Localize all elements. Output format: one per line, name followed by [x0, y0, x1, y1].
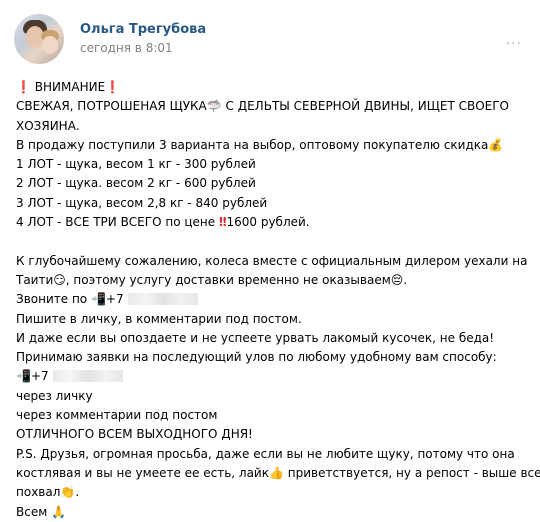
more-icon[interactable]: ··· [506, 36, 522, 52]
thumbs-up-icon: 👍 [268, 465, 284, 480]
text-line: похвал👏. [16, 483, 532, 502]
avatar-face-child [42, 36, 58, 54]
redacted-phone [52, 370, 123, 383]
text-fragment: 1600 рублей. [226, 215, 310, 230]
money-bag-icon: 💰 [488, 137, 504, 152]
text-line: И даже если вы опоздаете и не успеете ур… [16, 330, 495, 345]
text-fragment: СВЕЖАЯ, ПОТРОШЕНАЯ ЩУКА [16, 99, 207, 114]
text-line: костлявая и вы не умеете ее есть, лайк👍 … [16, 464, 540, 483]
text-fragment: Таити [16, 272, 54, 287]
text-line: ❗ ВНИМАНИЕ❗ [16, 78, 532, 97]
text-fragment: похвал [16, 485, 61, 500]
text-fragment: костлявая и вы не умеете ее есть, лайк [16, 465, 269, 480]
text-fragment: . [75, 485, 80, 500]
text-fragment: С ДЕЛЬТЫ СЕВЕРНОЙ ДВИНЫ, ИЩЕТ СВОЕГО [225, 99, 509, 114]
text-line: P.S. Друзья, огромная просьба, даже если… [16, 446, 515, 461]
text-fragment: приветствуется, ну а репост - выше всех [287, 465, 540, 480]
exclamation-icon: ❗ [105, 80, 121, 94]
text-fragment: В продажу поступили 3 варианта на выбор,… [16, 137, 489, 152]
exclamation-icon: ❗ [16, 80, 31, 94]
author-name[interactable]: Ольга Трегубова [80, 22, 206, 37]
text-line: через личку [16, 388, 93, 403]
text-line: 1 ЛОТ - щука, весом 1 кг - 300 рублей [16, 157, 256, 172]
text-fragment: , поэтому услугу доставки временно не ок… [65, 272, 391, 287]
text-line: Таити😏, поэтому услугу доставки временно… [16, 271, 532, 290]
text-line: СВЕЖАЯ, ПОТРОШЕНАЯ ЩУКА🦈 С ДЕЛЬТЫ СЕВЕРН… [16, 97, 532, 116]
text-line: К глубочайшему сожалению, колеса вместе … [16, 253, 528, 268]
text-line: ОТЛИЧНОГО ВСЕМ ВЫХОДНОГО ДНЯ! [16, 427, 253, 442]
text-line: Всем 🙏 [16, 503, 532, 522]
post-time[interactable]: сегодня в 8:01 [80, 41, 173, 55]
avatar[interactable] [14, 14, 64, 64]
text-line: Пишите в личку, в комментарии под постом… [16, 311, 302, 326]
smirk-icon: 😏 [53, 272, 66, 287]
post-text: ❗ ВНИМАНИЕ❗ СВЕЖАЯ, ПОТРОШЕНАЯ ЩУКА🦈 С Д… [16, 78, 540, 522]
text-line: 4 ЛОТ - ВСЕ ТРИ ВСЕГО по цене ‼1600 рубл… [16, 213, 532, 232]
text-line: Звоните по 📲+7 [16, 290, 532, 309]
shark-icon: 🦈 [206, 99, 222, 114]
text-fragment: 4 ЛОТ - ВСЕ ТРИ ВСЕГО по цене [16, 215, 216, 230]
post-card: Ольга Трегубова сегодня в 8:01 ··· ❗ ВНИ… [0, 0, 540, 522]
text-line: Принимаю заявки на последующий улов по л… [16, 350, 497, 365]
pensive-icon: 😔 [390, 272, 404, 287]
redacted-phone [127, 293, 198, 306]
phone-prefix[interactable]: +7 [31, 369, 49, 383]
clapping-hands-icon: 👏 [60, 485, 76, 500]
text-line: 2 ЛОТ - щука. весом 2 кг - 600 рублей [16, 176, 256, 191]
text-fragment: . [403, 272, 408, 287]
phone-icon: 📲 [16, 369, 31, 384]
text-line: 📲+7 [16, 367, 532, 386]
text-line: ХОЗЯИНА. [16, 118, 80, 133]
text-fragment: ВНИМАНИЕ [34, 80, 106, 94]
text-fragment: Всем [16, 504, 48, 519]
text-line: В продажу поступили 3 варианта на выбор,… [16, 136, 532, 155]
praying-hands-icon: 🙏 [51, 504, 67, 519]
text-line: через комментарии под постом [16, 408, 218, 423]
text-line: 3 ЛОТ - щука, весом 2,8 кг - 840 рублей [16, 195, 268, 210]
phone-prefix[interactable]: +7 [106, 292, 124, 306]
text-fragment: Звоните по [16, 292, 88, 307]
phone-icon: 📲 [90, 292, 106, 307]
